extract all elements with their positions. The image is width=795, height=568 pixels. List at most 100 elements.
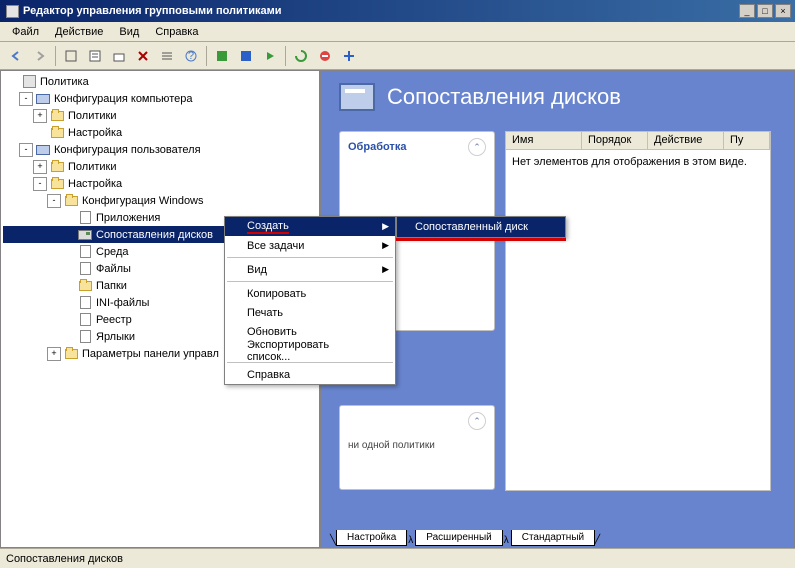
- context-item-label: Экспортировать список...: [247, 339, 373, 363]
- context-item[interactable]: Все задачи▶: [225, 236, 395, 255]
- desc-collapse-icon[interactable]: ⌃: [468, 412, 486, 430]
- tree-item-label: Реестр: [96, 314, 132, 326]
- tree-item-label: Параметры панели управл: [82, 348, 219, 360]
- folder-icon: [63, 193, 79, 209]
- titlebar: Редактор управления групповыми политикам…: [0, 0, 795, 22]
- col-path[interactable]: Пу: [724, 132, 770, 149]
- minimize-button[interactable]: _: [739, 4, 755, 18]
- tree-item-label: Настройка: [68, 178, 122, 190]
- tree-item-label: Приложения: [96, 212, 160, 224]
- details-title: Сопоставления дисков: [387, 84, 621, 110]
- tree-expander-icon[interactable]: +: [33, 160, 47, 174]
- tree-item[interactable]: Настройка: [3, 124, 317, 141]
- properties-icon[interactable]: [84, 45, 106, 67]
- tree-item-label: Файлы: [96, 263, 131, 275]
- menu-file[interactable]: Файл: [4, 24, 47, 40]
- disk-icon: [77, 227, 93, 243]
- context-item[interactable]: Вид▶: [225, 260, 395, 279]
- submenu-arrow-icon: ▶: [382, 240, 389, 251]
- add-icon[interactable]: [338, 45, 360, 67]
- folder-icon: [49, 125, 65, 141]
- menu-action[interactable]: Действие: [47, 24, 111, 40]
- menu-help[interactable]: Справка: [147, 24, 206, 40]
- context-item[interactable]: Создать ▶: [225, 217, 395, 236]
- tab-standard[interactable]: Стандартный: [511, 530, 595, 546]
- tree-expander-icon: [61, 211, 75, 225]
- list-icon[interactable]: [156, 45, 178, 67]
- nav-forward-icon[interactable]: [29, 45, 51, 67]
- file-icon: [77, 244, 93, 260]
- tree-item[interactable]: + Политики: [3, 158, 317, 175]
- statusbar: Сопоставления дисков: [0, 548, 795, 568]
- refresh-icon[interactable]: [290, 45, 312, 67]
- tree-item[interactable]: -Конфигурация компьютера: [3, 90, 317, 107]
- comp-icon: [35, 142, 51, 158]
- comp-icon: [35, 91, 51, 107]
- tree-expander-icon[interactable]: +: [33, 109, 47, 123]
- filter-green-icon[interactable]: [211, 45, 233, 67]
- scope-icon[interactable]: [60, 45, 82, 67]
- col-order[interactable]: Порядок: [582, 132, 648, 149]
- tree-expander-icon[interactable]: -: [33, 177, 47, 191]
- close-button[interactable]: ×: [775, 4, 791, 18]
- tree-expander-icon: [61, 228, 75, 242]
- description-body: ни одной политики: [340, 436, 494, 455]
- context-menu[interactable]: Создать▶Все задачи▶Вид▶КопироватьПечатьО…: [224, 216, 396, 385]
- bottom-tabs: ╲ Настройка λ Расширенный λ Стандартный …: [330, 526, 600, 546]
- workspace: Политика -Конфигурация компьютера + Политик…: [0, 70, 795, 548]
- context-item[interactable]: Копировать: [225, 284, 395, 303]
- tab-settings[interactable]: Настройка: [336, 530, 407, 546]
- tree-expander-icon[interactable]: -: [19, 92, 33, 106]
- tree-expander-icon[interactable]: -: [47, 194, 61, 208]
- submenu-mapped-drive[interactable]: Сопоставленный диск: [397, 217, 565, 237]
- context-item-label: Вид: [247, 264, 267, 276]
- tree-item-label: INI-файлы: [96, 297, 149, 309]
- maximize-button[interactable]: □: [757, 4, 773, 18]
- collapse-icon[interactable]: ⌃: [468, 138, 486, 156]
- file-icon: [77, 329, 93, 345]
- tree-expander-icon[interactable]: -: [19, 143, 33, 157]
- context-item-label: Копировать: [247, 288, 306, 300]
- folder-icon: [49, 176, 65, 192]
- menubar: Файл Действие Вид Справка: [0, 22, 795, 42]
- tree-item-label: Настройка: [68, 127, 122, 139]
- context-item-label: Справка: [247, 369, 290, 381]
- nav-back-icon[interactable]: [5, 45, 27, 67]
- context-item[interactable]: Экспортировать список...: [225, 341, 395, 360]
- folder-icon: [63, 346, 79, 362]
- export-icon[interactable]: [108, 45, 130, 67]
- tree-item-label: Политика: [40, 76, 89, 88]
- stop-icon[interactable]: [314, 45, 336, 67]
- tree-item-label: Политики: [68, 161, 117, 173]
- delete-icon[interactable]: [132, 45, 154, 67]
- submenu-arrow-icon: ▶: [382, 221, 389, 232]
- file-icon: [77, 210, 93, 226]
- tree-item[interactable]: - Настройка: [3, 175, 317, 192]
- menu-view[interactable]: Вид: [111, 24, 147, 40]
- context-separator: [227, 257, 393, 258]
- tree-item[interactable]: -Конфигурация пользователя: [3, 141, 317, 158]
- toolbar: ?: [0, 42, 795, 70]
- col-action[interactable]: Действие: [648, 132, 724, 149]
- tree-expander-icon: [61, 279, 75, 293]
- window-title: Редактор управления групповыми политикам…: [23, 5, 737, 17]
- list-empty-text: Нет элементов для отображения в этом вид…: [506, 150, 770, 490]
- col-name[interactable]: Имя: [506, 132, 582, 149]
- context-item-label: Создать: [247, 220, 289, 234]
- tree-item[interactable]: Политика: [3, 73, 317, 90]
- filter-blue-icon[interactable]: [235, 45, 257, 67]
- tab-extended[interactable]: Расширенный: [415, 530, 502, 546]
- folder-icon: [77, 278, 93, 294]
- play-icon[interactable]: [259, 45, 281, 67]
- tree-item[interactable]: - Конфигурация Windows: [3, 192, 317, 209]
- tree-expander-icon: [33, 126, 47, 140]
- file-icon: [77, 312, 93, 328]
- context-item[interactable]: Печать: [225, 303, 395, 322]
- description-panel: ⌃ ни одной политики: [339, 405, 495, 490]
- tree-item[interactable]: +Политики: [3, 107, 317, 124]
- tree-expander-icon[interactable]: +: [47, 347, 61, 361]
- help-icon[interactable]: ?: [180, 45, 202, 67]
- context-item[interactable]: Справка: [225, 365, 395, 384]
- context-submenu[interactable]: Сопоставленный диск: [396, 216, 566, 238]
- tree-item-label: Конфигурация Windows: [82, 195, 204, 207]
